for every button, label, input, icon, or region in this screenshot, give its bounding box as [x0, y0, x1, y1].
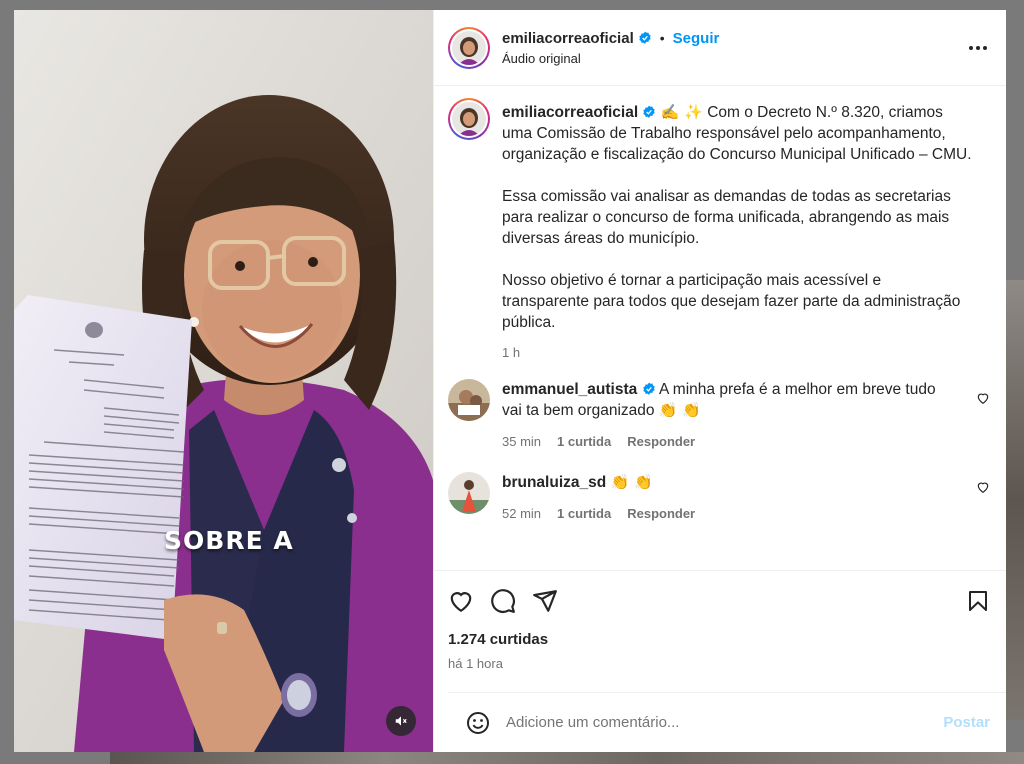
- save-button[interactable]: [966, 588, 990, 614]
- more-options-icon: [969, 45, 987, 50]
- emoji-icon[interactable]: [466, 711, 490, 735]
- reply-button[interactable]: Responder: [627, 503, 695, 524]
- verified-badge-icon: [642, 382, 655, 395]
- follow-button[interactable]: Seguir: [673, 30, 720, 47]
- background-feed-bottom: [110, 752, 1024, 764]
- likes-count[interactable]: 1.274 curtidas: [448, 631, 990, 648]
- post-header: emiliacorreaoficial • Seguir Áudio origi…: [434, 10, 1006, 86]
- header-username[interactable]: emiliacorreaoficial: [502, 30, 634, 47]
- bookmark-icon: [969, 591, 987, 611]
- post-time[interactable]: há 1 hora: [448, 656, 990, 671]
- comment-likes[interactable]: 1 curtida: [557, 503, 611, 524]
- paper-plane-icon: [533, 590, 557, 612]
- caption-emojis: ✍️ ✨: [660, 103, 703, 121]
- caption-story-ring[interactable]: [448, 98, 490, 140]
- comment-item: emmanuel_autista A minha prefa é a melho…: [448, 379, 990, 452]
- post-modal: SOBRE A emiliacorreaoficial • Seguir Áud…: [14, 10, 1006, 752]
- speaker-muted-icon: [395, 716, 407, 726]
- comment-bubble-icon: [491, 589, 515, 613]
- mute-button[interactable]: [386, 706, 416, 736]
- heart-icon: [450, 592, 472, 613]
- comment-time[interactable]: 52 min: [502, 503, 541, 524]
- comment-input[interactable]: [506, 714, 944, 731]
- comment-username[interactable]: emmanuel_autista: [502, 381, 637, 398]
- comment-avatar[interactable]: [448, 472, 490, 514]
- separator-dot: •: [659, 30, 665, 46]
- verified-badge-icon: [643, 105, 656, 118]
- comment-emojis: 👏 👏: [658, 401, 701, 419]
- comment-button[interactable]: [490, 588, 516, 614]
- comments-section[interactable]: emiliacorreaoficial ✍️ ✨ Com o Decreto N…: [434, 86, 1006, 570]
- comment-avatar[interactable]: [448, 379, 490, 421]
- add-comment-bar: Postar: [448, 692, 1006, 752]
- post-photo: [14, 10, 433, 752]
- like-button[interactable]: [448, 588, 474, 614]
- more-options-button[interactable]: [966, 36, 990, 60]
- background-feed-peek: [1006, 280, 1024, 720]
- reply-button[interactable]: Responder: [627, 431, 695, 452]
- video-overlay-text: SOBRE A: [164, 526, 294, 555]
- share-button[interactable]: [532, 588, 558, 614]
- story-ring[interactable]: [448, 26, 490, 69]
- like-comment-heart-icon[interactable]: [976, 480, 990, 494]
- post-side-panel: emiliacorreaoficial • Seguir Áudio origi…: [433, 10, 1006, 752]
- comment-likes[interactable]: 1 curtida: [557, 431, 611, 452]
- comment-item: brunaluiza_sd 👏 👏 52 min 1 curtida Respo…: [448, 472, 990, 524]
- caption-paragraph-2: Essa comissão vai analisar as demandas d…: [502, 188, 951, 247]
- caption-username[interactable]: emiliacorreaoficial: [502, 104, 638, 121]
- like-comment-heart-icon[interactable]: [976, 391, 990, 405]
- caption: emiliacorreaoficial ✍️ ✨ Com o Decreto N…: [448, 98, 990, 363]
- post-media[interactable]: SOBRE A: [14, 10, 433, 752]
- comment-time[interactable]: 35 min: [502, 431, 541, 452]
- post-button[interactable]: Postar: [943, 714, 990, 731]
- comment-emojis: 👏 👏: [610, 473, 653, 491]
- comment-username[interactable]: brunaluiza_sd: [502, 474, 606, 491]
- audio-label[interactable]: Áudio original: [502, 51, 966, 66]
- caption-avatar[interactable]: [452, 102, 486, 136]
- verified-badge-icon: [639, 31, 651, 44]
- caption-paragraph-3: Nosso objetivo é tornar a participação m…: [502, 272, 961, 331]
- avatar[interactable]: [452, 30, 486, 65]
- caption-time[interactable]: 1 h: [502, 342, 972, 363]
